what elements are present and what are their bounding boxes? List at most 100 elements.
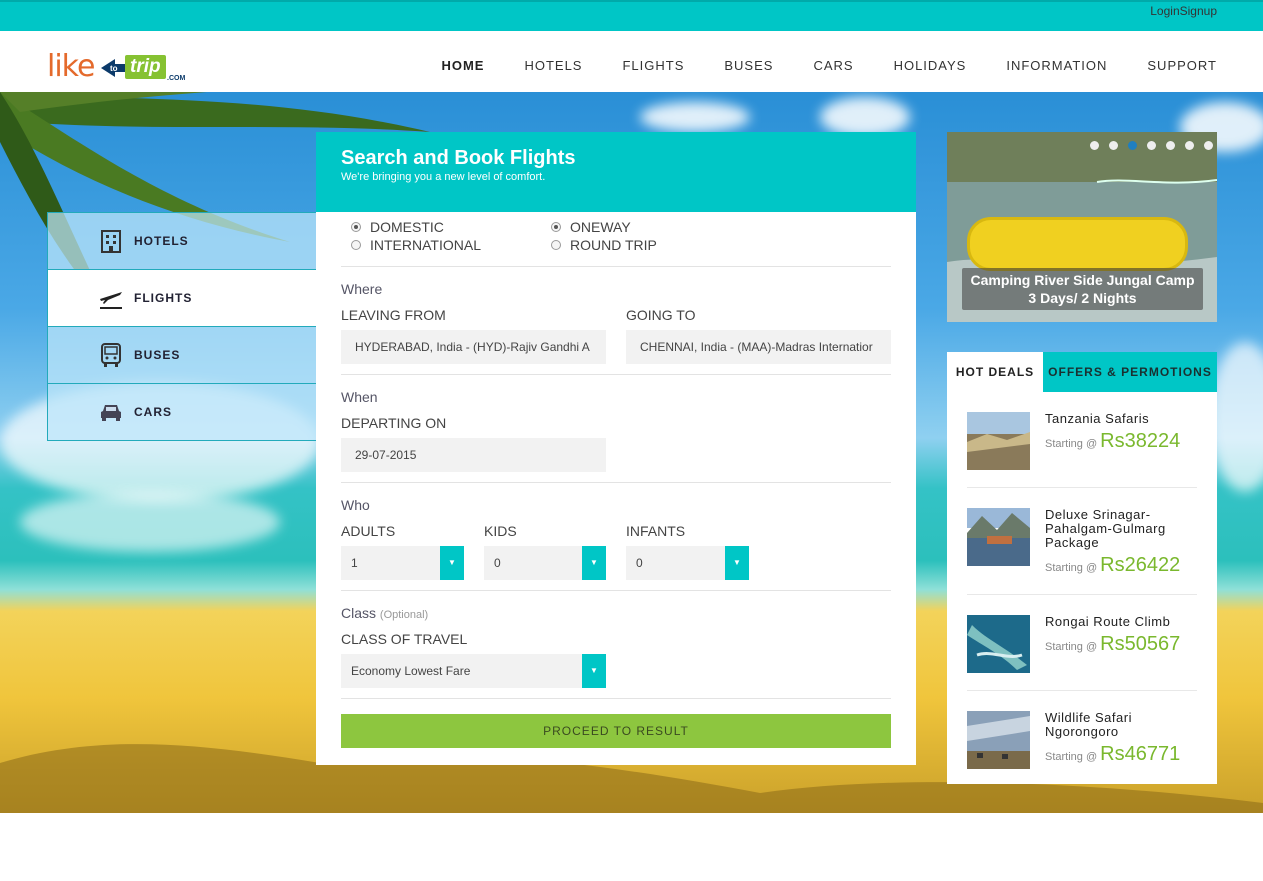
signup-link[interactable]: Signup — [1180, 4, 1217, 18]
deal-item[interactable]: Tanzania Safaris Starting @ Rs38224 — [967, 392, 1197, 488]
deal-price: Rs50567 — [1100, 633, 1181, 655]
class-label: CLASS OF TRAVEL — [341, 631, 468, 647]
radio-dot — [551, 240, 561, 250]
flight-search-form: Search and Book Flights We're bringing y… — [316, 132, 916, 765]
deal-item[interactable]: Wildlife Safari Ngorongoro Starting @ Rs4… — [967, 691, 1197, 786]
starting-label: Starting @ — [1045, 641, 1098, 653]
chevron-down-icon: ▼ — [440, 546, 464, 580]
tab-label: BUSES — [134, 348, 181, 362]
slider-dot-active[interactable] — [1128, 141, 1137, 150]
nav-flights[interactable]: FLIGHTS — [622, 58, 684, 73]
radio-dot — [351, 240, 361, 250]
radio-dot — [551, 222, 561, 232]
deal-name[interactable]: Wildlife Safari Ngorongoro — [1045, 711, 1197, 739]
main-nav: HOME HOTELS FLIGHTS BUSES CARS HOLIDAYS … — [401, 58, 1217, 73]
trip-options: DOMESTIC INTERNATIONAL ONEWAY ROUND TRIP — [341, 212, 891, 267]
radio-domestic[interactable]: DOMESTIC — [351, 218, 541, 236]
logo-like: like — [47, 49, 95, 84]
when-title: When — [341, 389, 378, 405]
top-bar: LoginSignup — [0, 0, 1263, 31]
radio-round-trip[interactable]: ROUND TRIP — [551, 236, 741, 254]
leaving-label: LEAVING FROM — [341, 307, 446, 323]
deal-item[interactable]: Rongai Route Climb Starting @ Rs50567 — [967, 595, 1197, 691]
deal-thumbnail — [967, 615, 1030, 673]
tab-label: FLIGHTS — [134, 291, 193, 305]
class-select[interactable]: Economy Lowest Fare ▼ — [341, 654, 606, 688]
slider-dot[interactable] — [1147, 141, 1156, 150]
bus-icon — [98, 342, 124, 368]
tab-cars[interactable]: CARS — [47, 383, 316, 441]
login-link[interactable]: Login — [1150, 4, 1179, 18]
tab-hot-deals[interactable]: HOT DEALS — [947, 352, 1043, 392]
tab-hotels[interactable]: HOTELS — [47, 212, 316, 269]
form-subtitle: We're bringing you a new level of comfor… — [341, 171, 546, 183]
svg-text:to: to — [110, 64, 118, 73]
deal-price: Rs46771 — [1100, 743, 1181, 765]
cloud — [20, 492, 280, 552]
top-links: LoginSignup — [1150, 4, 1217, 18]
tab-buses[interactable]: BUSES — [47, 326, 316, 383]
slider-dot[interactable] — [1090, 141, 1099, 150]
chevron-down-icon: ▼ — [582, 654, 606, 688]
form-title: Search and Book Flights — [341, 147, 576, 169]
deals-panel: HOT DEALS OFFERS & PERMOTIONS Tanzania S… — [947, 352, 1217, 784]
infants-label: INFANTS — [626, 523, 686, 539]
where-title: Where — [341, 281, 383, 297]
slider-dot[interactable] — [1185, 141, 1194, 150]
starting-label: Starting @ — [1045, 751, 1098, 763]
slider-dot[interactable] — [1166, 141, 1175, 150]
nav-hotels[interactable]: HOTELS — [524, 58, 582, 73]
chevron-down-icon: ▼ — [582, 546, 606, 580]
who-title: Who — [341, 497, 370, 513]
deal-item[interactable]: Deluxe Srinagar-Pahalgam-Gulmarg Package… — [967, 488, 1197, 595]
search-tabs: HOTELS FLIGHTS BUSES CARS — [47, 212, 316, 441]
going-label: GOING TO — [626, 307, 696, 323]
departing-date-input[interactable]: 29-07-2015 — [341, 438, 606, 472]
deal-name[interactable]: Rongai Route Climb — [1045, 615, 1180, 629]
nav-cars[interactable]: CARS — [813, 58, 853, 73]
starting-label: Starting @ — [1045, 438, 1098, 450]
tab-label: HOTELS — [134, 234, 189, 248]
deal-name[interactable]: Tanzania Safaris — [1045, 412, 1180, 426]
radio-oneway[interactable]: ONEWAY — [551, 218, 741, 236]
departing-label: DEPARTING ON — [341, 415, 447, 431]
nav-information[interactable]: INFORMATION — [1006, 58, 1107, 73]
adults-label: ADULTS — [341, 523, 396, 539]
nav-support[interactable]: SUPPORT — [1147, 58, 1217, 73]
tab-label: CARS — [134, 405, 173, 419]
cloud — [640, 102, 750, 132]
deal-name[interactable]: Deluxe Srinagar-Pahalgam-Gulmarg Package — [1045, 508, 1197, 550]
radio-dot — [351, 222, 361, 232]
nav-holidays[interactable]: HOLIDAYS — [894, 58, 967, 73]
logo-com: .COM — [167, 75, 186, 82]
slider-dots — [1090, 141, 1217, 150]
plane-icon — [98, 285, 124, 311]
class-title: Class (Optional) — [341, 605, 429, 621]
nav-buses[interactable]: BUSES — [724, 58, 773, 73]
kids-select[interactable]: 0 ▼ — [484, 546, 606, 580]
proceed-button[interactable]: PROCEED TO RESULT — [341, 714, 891, 748]
where-section: Where LEAVING FROM HYDERABAD, India - (H… — [341, 267, 891, 375]
when-section: When DEPARTING ON 29-07-2015 — [341, 375, 891, 483]
adults-select[interactable]: 1 ▼ — [341, 546, 464, 580]
kids-label: KIDS — [484, 523, 517, 539]
slider-caption: Camping River Side Jungal Camp 3 Days/ 2… — [962, 268, 1203, 310]
infants-select[interactable]: 0 ▼ — [626, 546, 749, 580]
chevron-down-icon: ▼ — [725, 546, 749, 580]
promo-slider[interactable]: Camping River Side Jungal Camp 3 Days/ 2… — [947, 132, 1217, 322]
leaving-from-input[interactable]: HYDERABAD, India - (HYD)-Rajiv Gandhi A — [341, 330, 606, 364]
slider-dot[interactable] — [1109, 141, 1118, 150]
cloud — [1210, 342, 1263, 492]
tab-flights[interactable]: FLIGHTS — [47, 269, 316, 326]
radio-international[interactable]: INTERNATIONAL — [351, 236, 541, 254]
optional-note: (Optional) — [379, 609, 429, 621]
deal-thumbnail — [967, 412, 1030, 470]
slider-dot[interactable] — [1204, 141, 1213, 150]
logo-trip: trip — [125, 55, 166, 79]
form-header: Search and Book Flights We're bringing y… — [316, 132, 916, 212]
nav-home[interactable]: HOME — [441, 58, 484, 73]
tab-offers[interactable]: OFFERS & PERMOTIONS — [1043, 352, 1217, 392]
cloud — [820, 97, 910, 137]
deal-price: Rs26422 — [1100, 554, 1181, 576]
going-to-input[interactable]: CHENNAI, India - (MAA)-Madras Internatio… — [626, 330, 891, 364]
